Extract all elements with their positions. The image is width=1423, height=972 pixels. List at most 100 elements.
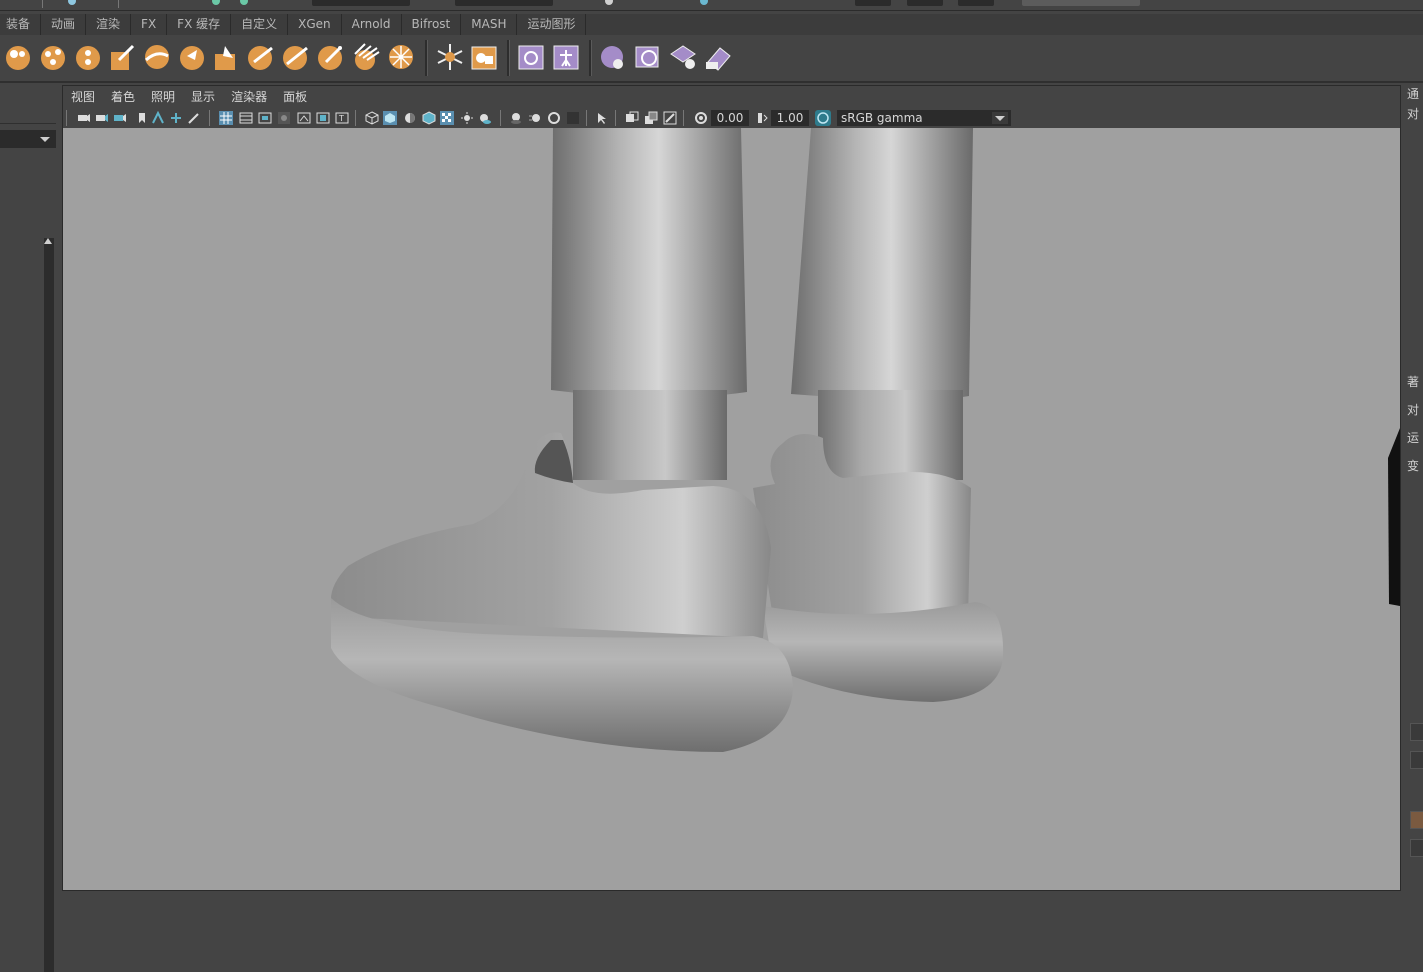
scroll-up-arrow-icon[interactable]	[44, 238, 52, 244]
shelf-tab-motion-graphics[interactable]: 运动图形	[517, 14, 587, 35]
menu-view[interactable]: 视图	[63, 86, 103, 106]
safe-title-icon[interactable]: T	[335, 111, 349, 125]
panel-label: 通	[1407, 87, 1420, 101]
shatter-icon[interactable]	[469, 42, 499, 72]
shelf-tab-mash[interactable]: MASH	[461, 14, 518, 35]
outliner-scrollbar[interactable]	[44, 238, 54, 972]
grid-icon[interactable]	[219, 111, 233, 125]
color-space-label: sRGB gamma	[841, 111, 923, 125]
exposure-icon[interactable]	[694, 111, 708, 125]
xray-components-icon[interactable]	[663, 111, 677, 125]
panel-button[interactable]	[1410, 839, 1423, 857]
shaded-wireframe-icon[interactable]	[422, 111, 436, 125]
eraser-icon[interactable]	[703, 42, 733, 72]
shelf-tab-rendering[interactable]: 渲染	[86, 14, 132, 35]
gate-mask-icon[interactable]	[277, 111, 291, 125]
skeleton-icon[interactable]	[551, 42, 581, 72]
color-space-dropdown[interactable]: sRGB gamma	[837, 110, 1011, 126]
paint-brush-icon[interactable]	[107, 42, 137, 72]
panel-button[interactable]	[1410, 751, 1423, 769]
default-material-icon[interactable]	[403, 111, 417, 125]
attribute-panel: 通 对 著 对 运 变	[1405, 83, 1423, 889]
bookmarks-icon[interactable]	[113, 111, 127, 125]
field-icon[interactable]	[386, 42, 416, 72]
collider-icon[interactable]	[633, 42, 663, 72]
snap-icon[interactable]	[212, 0, 220, 5]
smooth-shade-icon[interactable]	[383, 111, 397, 125]
shelf-tab-arnold[interactable]: Arnold	[342, 14, 402, 35]
menu-show[interactable]: 显示	[183, 86, 223, 106]
gamma-icon[interactable]	[755, 111, 769, 125]
shelf-tab-bifrost[interactable]: Bifrost	[402, 14, 462, 35]
safe-action-icon[interactable]	[316, 111, 330, 125]
fur-brush-icon[interactable]	[351, 42, 381, 72]
motion-blur-icon[interactable]	[528, 111, 542, 125]
depth-of-field-icon[interactable]	[566, 111, 580, 125]
login-button[interactable]	[1022, 0, 1140, 6]
screen-space-ao-icon[interactable]	[509, 111, 523, 125]
field-chart-icon[interactable]	[297, 111, 311, 125]
menu-shading[interactable]: 着色	[103, 86, 143, 106]
particle-fill-icon[interactable]	[211, 42, 241, 72]
anti-alias-icon[interactable]	[547, 111, 561, 125]
viewport-3d[interactable]	[63, 128, 1400, 890]
outliner-dropdown[interactable]	[0, 130, 56, 148]
menu-renderer[interactable]: 渲染器	[223, 86, 275, 106]
shelf-separator	[589, 40, 592, 76]
2d-pan-zoom-icon[interactable]	[169, 111, 183, 125]
translate-x-field[interactable]	[855, 0, 891, 6]
film-gate-icon[interactable]	[239, 111, 253, 125]
shelf-tab-fx[interactable]: FX	[131, 14, 168, 35]
left-pant-leg	[551, 128, 747, 398]
exposure-field[interactable]: 0.00	[711, 110, 749, 126]
color-management-toggle-icon[interactable]	[815, 110, 831, 126]
fluid-bubble-icon[interactable]	[73, 42, 103, 72]
select-tool-icon[interactable]	[68, 0, 76, 5]
render-icon[interactable]	[605, 0, 613, 5]
grease-pencil-icon[interactable]	[187, 111, 201, 125]
shadows-icon[interactable]	[478, 111, 492, 125]
camera-attributes-icon[interactable]	[95, 111, 109, 125]
viewport-panel: 视图 着色 照明 显示 渲染器 面板 T 0.00 1.00 sRGB gamm…	[62, 85, 1401, 891]
menu-set-field[interactable]	[312, 0, 410, 6]
translate-y-field[interactable]	[907, 0, 943, 6]
image-plane-icon[interactable]	[151, 111, 165, 125]
snap-icon[interactable]	[240, 0, 248, 5]
bookmark-icon[interactable]	[135, 111, 149, 125]
wireframe-icon[interactable]	[365, 111, 379, 125]
snowflake-icon[interactable]	[435, 42, 465, 72]
isolate-select-icon[interactable]	[595, 111, 609, 125]
menu-panels[interactable]: 面板	[275, 86, 315, 106]
fluid-container-icon[interactable]	[3, 42, 33, 72]
panel-button[interactable]	[1410, 723, 1423, 741]
panel-label: 著	[1407, 375, 1420, 389]
select-camera-icon[interactable]	[77, 111, 91, 125]
cache-create-icon[interactable]	[516, 42, 546, 72]
shelf-tab-xgen[interactable]: XGen	[288, 14, 342, 35]
resolution-gate-icon[interactable]	[258, 111, 272, 125]
xray-joints-icon[interactable]	[644, 111, 658, 125]
object-field[interactable]	[455, 0, 553, 6]
shelf-tab-fx-caching[interactable]: FX 缓存	[167, 14, 232, 35]
cloth-icon[interactable]	[598, 42, 628, 72]
particle-emitter-icon[interactable]	[177, 42, 207, 72]
panel-button[interactable]	[1410, 811, 1423, 829]
ocean-surface-icon[interactable]	[142, 42, 172, 72]
shelf-tab-animation[interactable]: 动画	[41, 14, 87, 35]
nhair-icon[interactable]	[246, 42, 276, 72]
shelf-tab-custom[interactable]: 自定义	[231, 14, 289, 35]
fluid-emitter-icon[interactable]	[38, 42, 68, 72]
chevron-down-icon[interactable]	[992, 112, 1008, 124]
ipr-icon[interactable]	[700, 0, 708, 5]
xray-icon[interactable]	[625, 111, 639, 125]
dynamic-constraint-icon[interactable]	[668, 42, 698, 72]
nhair-paint-icon[interactable]	[281, 42, 311, 72]
panel-toolbar: T 0.00 1.00 sRGB gamma	[63, 108, 1400, 128]
shelf-tab-rigging[interactable]: 装备	[0, 14, 42, 35]
gamma-field[interactable]: 1.00	[771, 110, 809, 126]
translate-z-field[interactable]	[958, 0, 994, 6]
menu-lighting[interactable]: 照明	[143, 86, 183, 106]
use-all-lights-icon[interactable]	[460, 111, 474, 125]
textured-icon[interactable]	[440, 111, 454, 125]
nhair-edit-icon[interactable]	[316, 42, 346, 72]
